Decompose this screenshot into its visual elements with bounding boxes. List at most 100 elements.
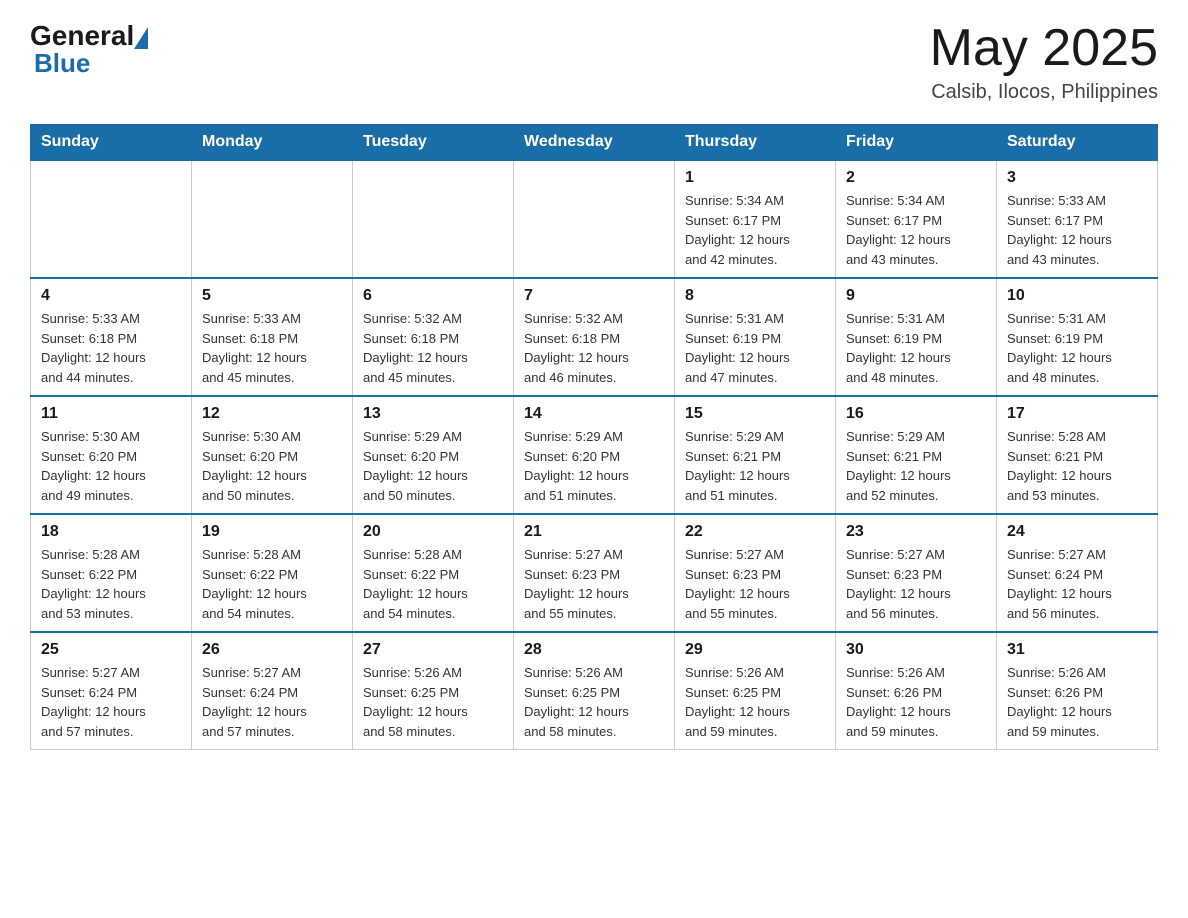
day-info: Sunrise: 5:28 AM Sunset: 6:22 PM Dayligh…	[202, 545, 342, 623]
day-number: 13	[363, 405, 503, 423]
day-number: 31	[1007, 641, 1147, 659]
calendar-week-row: 1 Sunrise: 5:34 AM Sunset: 6:17 PM Daylig…	[31, 160, 1158, 278]
day-info: Sunrise: 5:29 AM Sunset: 6:20 PM Dayligh…	[363, 427, 503, 505]
calendar-day-cell: 31 Sunrise: 5:26 AM Sunset: 6:26 PM Dayli…	[997, 632, 1158, 750]
calendar-day-cell: 9 Sunrise: 5:31 AM Sunset: 6:19 PM Daylig…	[836, 278, 997, 396]
day-info: Sunrise: 5:27 AM Sunset: 6:24 PM Dayligh…	[202, 663, 342, 741]
day-number: 24	[1007, 523, 1147, 541]
day-number: 18	[41, 523, 181, 541]
day-of-week-header: Thursday	[675, 125, 836, 161]
day-number: 23	[846, 523, 986, 541]
calendar-day-cell: 14 Sunrise: 5:29 AM Sunset: 6:20 PM Dayli…	[514, 396, 675, 514]
day-info: Sunrise: 5:26 AM Sunset: 6:25 PM Dayligh…	[363, 663, 503, 741]
day-number: 22	[685, 523, 825, 541]
day-number: 1	[685, 169, 825, 187]
day-info: Sunrise: 5:27 AM Sunset: 6:23 PM Dayligh…	[685, 545, 825, 623]
location-subtitle: Calsib, Ilocos, Philippines	[930, 81, 1158, 104]
calendar-week-row: 18 Sunrise: 5:28 AM Sunset: 6:22 PM Dayli…	[31, 514, 1158, 632]
day-number: 9	[846, 287, 986, 305]
calendar-day-cell: 5Sunrise: 5:33 AM Sunset: 6:18 PM Daylig…	[192, 278, 353, 396]
calendar-day-cell: 4 Sunrise: 5:33 AM Sunset: 6:18 PM Daylig…	[31, 278, 192, 396]
day-number: 3	[1007, 169, 1147, 187]
calendar-day-cell: 25Sunrise: 5:27 AM Sunset: 6:24 PM Dayli…	[31, 632, 192, 750]
day-info: Sunrise: 5:28 AM Sunset: 6:22 PM Dayligh…	[41, 545, 181, 623]
calendar-day-cell: 26 Sunrise: 5:27 AM Sunset: 6:24 PM Dayli…	[192, 632, 353, 750]
day-number: 8	[685, 287, 825, 305]
calendar-day-cell: 18 Sunrise: 5:28 AM Sunset: 6:22 PM Dayli…	[31, 514, 192, 632]
day-info: Sunrise: 5:30 AM Sunset: 6:20 PM Dayligh…	[202, 427, 342, 505]
day-number: 6	[363, 287, 503, 305]
calendar-day-cell: 20 Sunrise: 5:28 AM Sunset: 6:22 PM Dayli…	[353, 514, 514, 632]
calendar-day-cell	[31, 160, 192, 278]
day-number: 30	[846, 641, 986, 659]
day-info: Sunrise: 5:30 AM Sunset: 6:20 PM Dayligh…	[41, 427, 181, 505]
calendar-day-cell: 29Sunrise: 5:26 AM Sunset: 6:25 PM Dayli…	[675, 632, 836, 750]
day-number: 7	[524, 287, 664, 305]
day-number: 15	[685, 405, 825, 423]
logo-blue-text: Blue	[30, 48, 148, 79]
calendar-day-cell: 8Sunrise: 5:31 AM Sunset: 6:19 PM Daylig…	[675, 278, 836, 396]
day-info: Sunrise: 5:27 AM Sunset: 6:24 PM Dayligh…	[1007, 545, 1147, 623]
day-number: 5	[202, 287, 342, 305]
day-number: 27	[363, 641, 503, 659]
day-number: 20	[363, 523, 503, 541]
day-info: Sunrise: 5:29 AM Sunset: 6:21 PM Dayligh…	[685, 427, 825, 505]
calendar-day-cell: 3 Sunrise: 5:33 AM Sunset: 6:17 PM Daylig…	[997, 160, 1158, 278]
day-of-week-header: Saturday	[997, 125, 1158, 161]
calendar-day-cell: 24 Sunrise: 5:27 AM Sunset: 6:24 PM Dayli…	[997, 514, 1158, 632]
calendar-day-cell	[353, 160, 514, 278]
day-number: 11	[41, 405, 181, 423]
day-number: 4	[41, 287, 181, 305]
day-info: Sunrise: 5:32 AM Sunset: 6:18 PM Dayligh…	[524, 309, 664, 387]
calendar-day-cell: 16 Sunrise: 5:29 AM Sunset: 6:21 PM Dayli…	[836, 396, 997, 514]
day-info: Sunrise: 5:29 AM Sunset: 6:20 PM Dayligh…	[524, 427, 664, 505]
calendar-day-cell: 10Sunrise: 5:31 AM Sunset: 6:19 PM Dayli…	[997, 278, 1158, 396]
day-info: Sunrise: 5:31 AM Sunset: 6:19 PM Dayligh…	[846, 309, 986, 387]
calendar-day-cell: 19 Sunrise: 5:28 AM Sunset: 6:22 PM Dayli…	[192, 514, 353, 632]
day-info: Sunrise: 5:26 AM Sunset: 6:26 PM Dayligh…	[846, 663, 986, 741]
day-number: 28	[524, 641, 664, 659]
day-info: Sunrise: 5:32 AM Sunset: 6:18 PM Dayligh…	[363, 309, 503, 387]
day-info: Sunrise: 5:34 AM Sunset: 6:17 PM Dayligh…	[846, 191, 986, 269]
calendar-day-cell: 2 Sunrise: 5:34 AM Sunset: 6:17 PM Daylig…	[836, 160, 997, 278]
day-of-week-header: Tuesday	[353, 125, 514, 161]
day-info: Sunrise: 5:26 AM Sunset: 6:25 PM Dayligh…	[685, 663, 825, 741]
day-of-week-header: Wednesday	[514, 125, 675, 161]
calendar-day-cell: 1Sunrise: 5:34 AM Sunset: 6:17 PM Daylig…	[675, 160, 836, 278]
calendar-day-cell: 15 Sunrise: 5:29 AM Sunset: 6:21 PM Dayli…	[675, 396, 836, 514]
calendar-day-cell	[192, 160, 353, 278]
calendar-day-cell: 30 Sunrise: 5:26 AM Sunset: 6:26 PM Dayli…	[836, 632, 997, 750]
day-number: 17	[1007, 405, 1147, 423]
day-info: Sunrise: 5:26 AM Sunset: 6:26 PM Dayligh…	[1007, 663, 1147, 741]
day-info: Sunrise: 5:28 AM Sunset: 6:21 PM Dayligh…	[1007, 427, 1147, 505]
day-of-week-header: Sunday	[31, 125, 192, 161]
day-of-week-header: Friday	[836, 125, 997, 161]
calendar-day-cell: 27 Sunrise: 5:26 AM Sunset: 6:25 PM Dayli…	[353, 632, 514, 750]
day-info: Sunrise: 5:33 AM Sunset: 6:17 PM Dayligh…	[1007, 191, 1147, 269]
calendar-day-cell: 23 Sunrise: 5:27 AM Sunset: 6:23 PM Dayli…	[836, 514, 997, 632]
day-number: 19	[202, 523, 342, 541]
page-header: General Blue May 2025 Calsib, Ilocos, Ph…	[30, 20, 1158, 104]
day-info: Sunrise: 5:27 AM Sunset: 6:24 PM Dayligh…	[41, 663, 181, 741]
calendar-day-cell: 28Sunrise: 5:26 AM Sunset: 6:25 PM Dayli…	[514, 632, 675, 750]
day-info: Sunrise: 5:27 AM Sunset: 6:23 PM Dayligh…	[846, 545, 986, 623]
title-block: May 2025 Calsib, Ilocos, Philippines	[930, 20, 1158, 104]
day-number: 14	[524, 405, 664, 423]
day-info: Sunrise: 5:28 AM Sunset: 6:22 PM Dayligh…	[363, 545, 503, 623]
calendar-week-row: 25Sunrise: 5:27 AM Sunset: 6:24 PM Dayli…	[31, 632, 1158, 750]
month-year-title: May 2025	[930, 20, 1158, 77]
calendar-day-cell: 22 Sunrise: 5:27 AM Sunset: 6:23 PM Dayli…	[675, 514, 836, 632]
day-number: 26	[202, 641, 342, 659]
day-info: Sunrise: 5:27 AM Sunset: 6:23 PM Dayligh…	[524, 545, 664, 623]
calendar-day-cell: 6 Sunrise: 5:32 AM Sunset: 6:18 PM Daylig…	[353, 278, 514, 396]
logo: General Blue	[30, 20, 148, 79]
day-number: 16	[846, 405, 986, 423]
calendar-day-cell: 13 Sunrise: 5:29 AM Sunset: 6:20 PM Dayli…	[353, 396, 514, 514]
calendar-day-cell: 21Sunrise: 5:27 AM Sunset: 6:23 PM Dayli…	[514, 514, 675, 632]
day-info: Sunrise: 5:29 AM Sunset: 6:21 PM Dayligh…	[846, 427, 986, 505]
calendar-day-cell: 17 Sunrise: 5:28 AM Sunset: 6:21 PM Dayli…	[997, 396, 1158, 514]
day-number: 2	[846, 169, 986, 187]
day-info: Sunrise: 5:33 AM Sunset: 6:18 PM Dayligh…	[41, 309, 181, 387]
calendar-day-cell: 12Sunrise: 5:30 AM Sunset: 6:20 PM Dayli…	[192, 396, 353, 514]
calendar-header-row: SundayMondayTuesdayWednesdayThursdayFrid…	[31, 125, 1158, 161]
